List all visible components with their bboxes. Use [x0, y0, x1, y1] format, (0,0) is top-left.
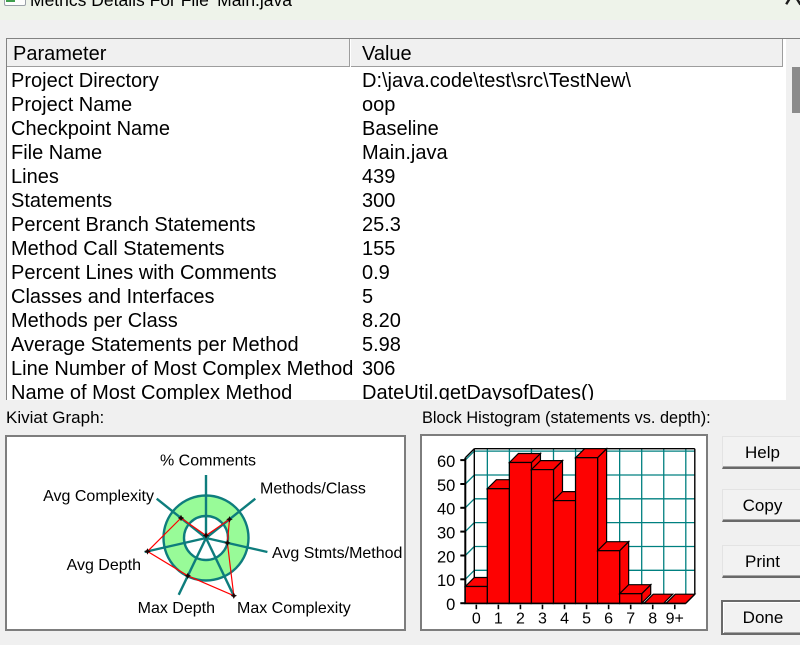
svg-text:50: 50: [437, 477, 455, 495]
svg-text:4: 4: [560, 610, 569, 627]
svg-text:60: 60: [437, 453, 455, 471]
svg-text:Methods/Class: Methods/Class: [260, 480, 366, 497]
svg-text:40: 40: [437, 501, 455, 519]
svg-text:20: 20: [437, 548, 455, 566]
svg-text:% Comments: % Comments: [160, 453, 256, 470]
svg-text:5: 5: [582, 610, 591, 627]
svg-text:Avg Depth: Avg Depth: [67, 557, 141, 574]
svg-text:7: 7: [626, 610, 635, 627]
svg-text:Avg Complexity: Avg Complexity: [43, 488, 154, 505]
svg-text:2: 2: [516, 610, 525, 627]
svg-text:Avg Stmts/Method: Avg Stmts/Method: [272, 545, 402, 562]
svg-text:30: 30: [437, 524, 455, 542]
svg-text:0: 0: [446, 596, 455, 614]
svg-text:Max Complexity: Max Complexity: [237, 600, 351, 617]
svg-text:3: 3: [538, 610, 547, 627]
svg-text:6: 6: [604, 610, 613, 627]
svg-text:0: 0: [472, 610, 481, 627]
svg-text:9+: 9+: [666, 610, 684, 627]
svg-text:1: 1: [494, 610, 503, 627]
svg-text:8: 8: [648, 610, 657, 627]
svg-text:10: 10: [437, 572, 455, 590]
svg-text:Max Depth: Max Depth: [138, 600, 215, 617]
